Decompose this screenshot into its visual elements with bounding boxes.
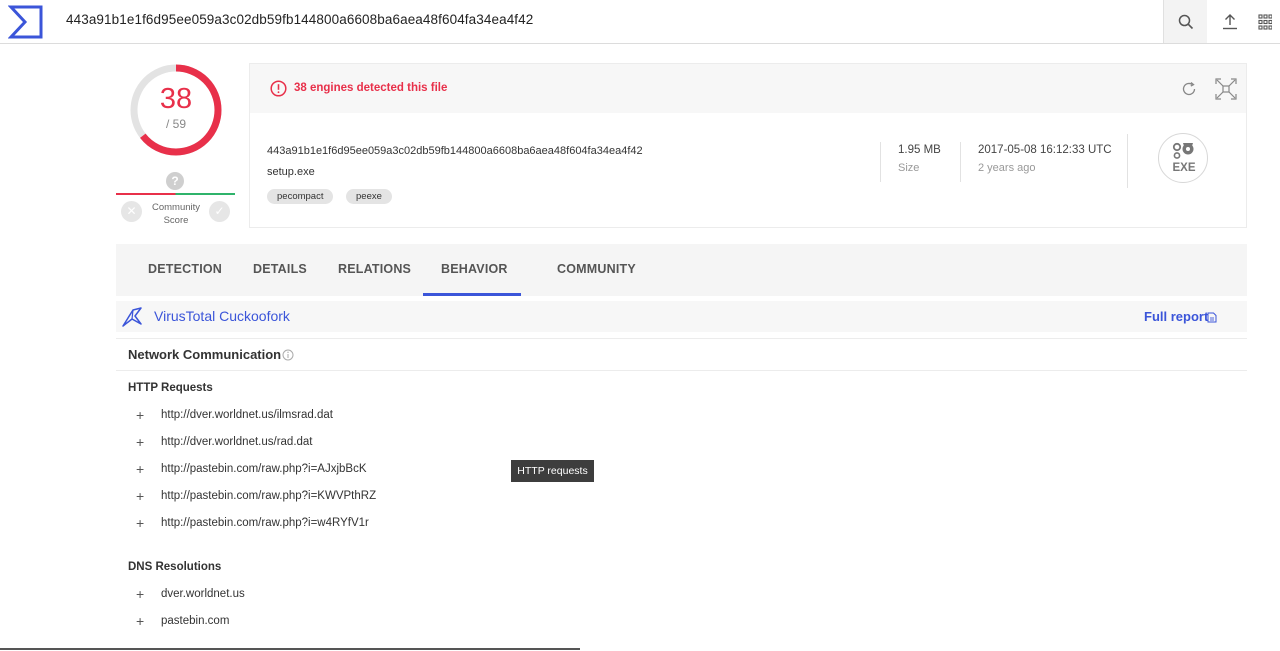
divider — [880, 142, 881, 182]
upload-button[interactable] — [1208, 0, 1252, 43]
dns-resolution-item[interactable]: dver.worldnet.us — [161, 588, 245, 600]
community-score-label: Community Score — [151, 202, 201, 226]
file-tag[interactable]: peexe — [346, 189, 392, 204]
detected-count: 38 — [159, 83, 193, 115]
http-request-item[interactable]: http://pastebin.com/raw.php?i=w4RYfV1r — [161, 517, 369, 529]
expand-icon[interactable]: + — [136, 613, 144, 629]
file-type-label: EXE — [1172, 162, 1196, 174]
apps-button[interactable] — [1258, 0, 1280, 43]
card-header: 38 engines detected this file — [250, 64, 1246, 113]
expand-icon[interactable] — [1215, 78, 1237, 100]
active-tab-indicator — [423, 293, 521, 296]
dns-resolution-item[interactable]: pastebin.com — [161, 615, 229, 627]
top-bar: 443a91b1e1f6d95ee059a3c02db59fb144800a66… — [0, 0, 1280, 44]
detection-score: 38 / 59 — [127, 61, 225, 159]
upload-icon — [1223, 13, 1237, 29]
community-score-bar — [116, 193, 235, 195]
http-requests-title: HTTP Requests — [128, 382, 213, 394]
file-tag[interactable]: pecompact — [267, 189, 334, 204]
expand-icon[interactable]: + — [136, 407, 144, 423]
http-request-item[interactable]: http://pastebin.com/raw.php?i=KWVPthRZ — [161, 490, 376, 502]
gears-icon — [1172, 142, 1194, 159]
search-icon — [1178, 14, 1193, 29]
http-request-item[interactable]: http://dver.worldnet.us/rad.dat — [161, 436, 313, 448]
expand-icon[interactable]: + — [136, 586, 144, 602]
file-hash[interactable]: 443a91b1e1f6d95ee059a3c02db59fb144800a66… — [267, 145, 643, 157]
file-name: setup.exe — [267, 166, 315, 178]
report-icon[interactable] — [1207, 312, 1217, 323]
detection-alert: 38 engines detected this file — [294, 82, 448, 94]
tab-community[interactable]: COMMUNITY — [557, 262, 636, 276]
file-size: 1.95 MB — [898, 144, 941, 156]
cuckoo-bird-icon — [122, 307, 142, 327]
search-input[interactable]: 443a91b1e1f6d95ee059a3c02db59fb144800a66… — [66, 12, 533, 27]
expand-icon[interactable]: + — [136, 461, 144, 477]
scrollbar-track[interactable] — [0, 648, 580, 650]
refresh-icon[interactable] — [1180, 80, 1198, 98]
vote-harmful-button[interactable]: ✕ — [121, 201, 142, 222]
tab-behavior[interactable]: BEHAVIOR — [441, 262, 508, 276]
scan-date: 2017-05-08 16:12:33 UTC — [978, 144, 1112, 156]
tab-details[interactable]: DETAILS — [253, 262, 307, 276]
search-button[interactable] — [1163, 0, 1207, 43]
grid-icon — [1258, 13, 1272, 30]
http-request-item[interactable]: http://pastebin.com/raw.php?i=AJxjbBcK — [161, 463, 367, 475]
virustotal-logo-icon[interactable] — [8, 4, 44, 40]
sandbox-name: VirusTotal Cuckoofork — [154, 308, 290, 324]
info-icon[interactable] — [282, 349, 294, 361]
question-icon: ? — [166, 172, 184, 190]
divider — [960, 142, 961, 182]
expand-icon[interactable]: + — [136, 515, 144, 531]
sandbox-header: VirusTotal Cuckoofork Full report — [116, 301, 1247, 332]
total-engines: / 59 — [165, 117, 186, 131]
divider — [116, 370, 1247, 371]
file-type-badge: EXE — [1158, 133, 1208, 183]
tab-detection[interactable]: DETECTION — [148, 262, 222, 276]
expand-icon[interactable]: + — [136, 434, 144, 450]
file-size-label: Size — [898, 162, 920, 174]
dns-resolutions-title: DNS Resolutions — [128, 561, 222, 573]
network-communication-title: Network Communication — [128, 347, 282, 362]
vote-harmless-button[interactable]: ✓ — [209, 201, 230, 222]
tab-relations[interactable]: RELATIONS — [338, 262, 411, 276]
file-summary-card: 38 engines detected this file 443a91b1e1… — [249, 63, 1247, 228]
scan-date-relative: 2 years ago — [978, 162, 1036, 174]
http-request-item[interactable]: http://dver.worldnet.us/ilmsrad.dat — [161, 409, 333, 421]
tab-bar: DETECTION DETAILS RELATIONS BEHAVIOR COM… — [116, 244, 1247, 296]
divider — [1127, 134, 1128, 188]
tooltip: HTTP requests — [511, 460, 594, 482]
divider — [116, 338, 1247, 339]
full-report-link[interactable]: Full report — [1144, 309, 1208, 324]
alert-icon — [270, 80, 287, 97]
expand-icon[interactable]: + — [136, 488, 144, 504]
community-score: ? ✕ Community Score ✓ — [116, 170, 235, 230]
